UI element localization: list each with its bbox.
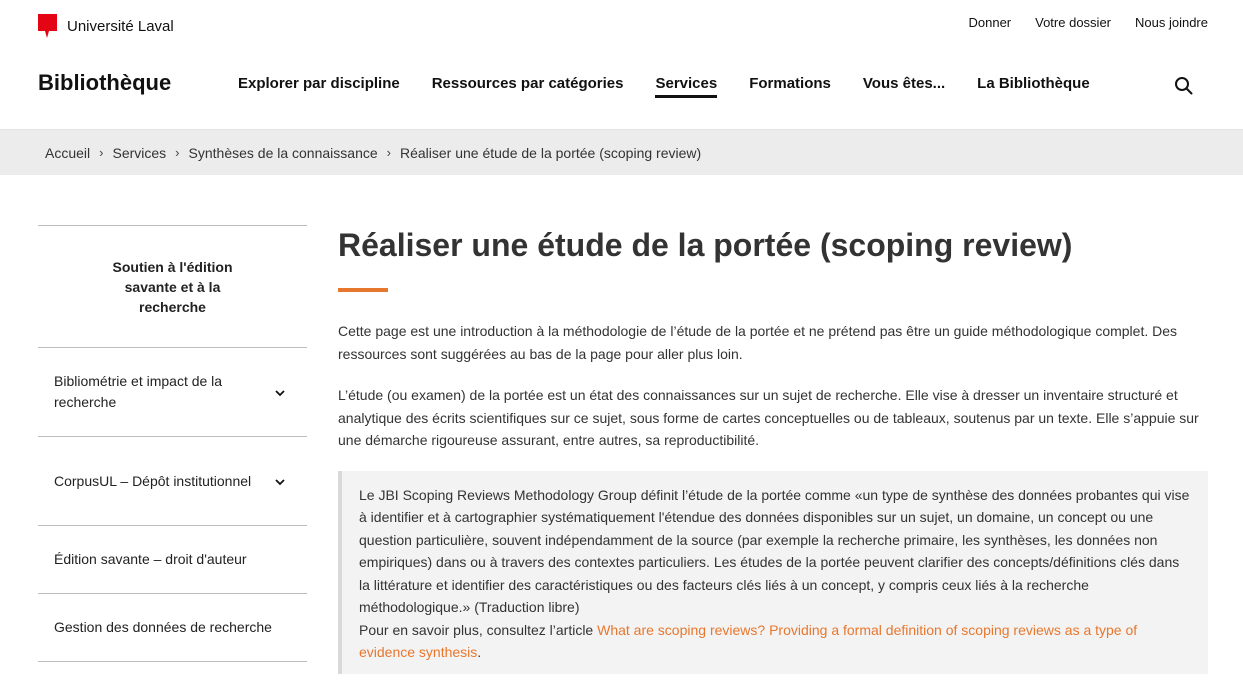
nav-item-library[interactable]: La Bibliothèque	[977, 75, 1090, 98]
intro-paragraph: Cette page est une introduction à la mét…	[338, 323, 1178, 362]
sidebar-item-corpusul[interactable]: CorpusUL – Dépôt institutionnel	[38, 437, 307, 526]
top-utility-bar: Université Laval Donner Votre dossier No…	[0, 0, 1243, 48]
main-content: Réaliser une étude de la portée (scoping…	[338, 225, 1208, 674]
search-icon[interactable]	[1174, 76, 1194, 96]
sidebar-item-data-management[interactable]: Gestion des données de recherche	[38, 594, 307, 662]
sidebar-item-label: Bibliométrie et impact de la recherche	[54, 373, 223, 410]
main-nav: Explorer par discipline Ressources par c…	[238, 75, 1090, 98]
breadcrumb-separator-icon: ›	[175, 145, 180, 160]
breadcrumb-home[interactable]: Accueil	[45, 145, 90, 161]
site-header: Bibliothèque Explorer par discipline Res…	[0, 48, 1243, 130]
breadcrumb-current: Réaliser une étude de la portée (scoping…	[399, 144, 702, 161]
sidebar-item-label: CorpusUL – Dépôt institutionnel	[54, 472, 252, 489]
sidebar-heading[interactable]: Soutien à l'édition savante et à la rech…	[38, 225, 307, 348]
utility-links: Donner Votre dossier Nous joindre	[968, 15, 1208, 30]
university-shield-icon	[38, 14, 57, 38]
university-logo[interactable]: Université Laval	[38, 14, 174, 38]
breadcrumb-separator-icon: ›	[386, 145, 391, 160]
nav-item-you-are[interactable]: Vous êtes...	[863, 75, 945, 98]
title-accent-rule	[338, 288, 388, 292]
quote-more-prefix: Pour en savoir plus, consultez l’article	[359, 621, 598, 638]
donate-link[interactable]: Donner	[968, 15, 1011, 30]
breadcrumb: Accueil › Services › Synthèses de la con…	[0, 130, 1243, 175]
nav-item-resources[interactable]: Ressources par catégories	[432, 75, 624, 98]
definition-quote: Le JBI Scoping Reviews Methodology Group…	[338, 470, 1208, 674]
nav-item-disciplines[interactable]: Explorer par discipline	[238, 75, 400, 98]
chevron-down-icon[interactable]	[273, 474, 287, 488]
my-account-link[interactable]: Votre dossier	[1035, 15, 1111, 30]
definition-paragraph: L’étude (ou examen) de la portée est un …	[338, 387, 1199, 448]
nav-item-services[interactable]: Services	[655, 75, 717, 98]
quote-suffix: .	[477, 644, 482, 660]
sidebar-item-bibliometrics[interactable]: Bibliométrie et impact de la recherche	[38, 348, 307, 437]
page-title: Réaliser une étude de la portée (scoping…	[338, 227, 1073, 263]
university-name: Université Laval	[67, 17, 174, 35]
contact-link[interactable]: Nous joindre	[1135, 15, 1208, 30]
quote-text: Le JBI Scoping Reviews Methodology Group…	[359, 486, 1190, 616]
breadcrumb-separator-icon: ›	[99, 145, 104, 160]
site-title[interactable]: Bibliothèque	[38, 70, 171, 96]
breadcrumb-services[interactable]: Services	[112, 145, 166, 161]
sidebar-item-label: Gestion des données de recherche	[54, 619, 272, 635]
chevron-down-icon[interactable]	[273, 385, 287, 399]
nav-item-trainings[interactable]: Formations	[749, 75, 831, 98]
breadcrumb-syntheses[interactable]: Synthèses de la connaissance	[189, 145, 378, 161]
sidebar-item-label: Édition savante – droit d'auteur	[54, 551, 247, 567]
sidebar: Soutien à l'édition savante et à la rech…	[38, 225, 307, 662]
sidebar-item-copyright[interactable]: Édition savante – droit d'auteur	[38, 526, 307, 594]
